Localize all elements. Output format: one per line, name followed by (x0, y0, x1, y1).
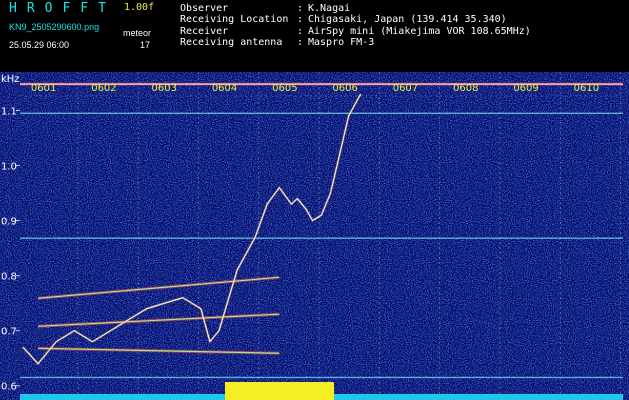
spectrogram: kHz 0.6 0.7 0.8 0.9 1.0 1.1 0601 0602 0603 0604 060… (0, 72, 629, 400)
level-bar-burst-spike (268, 382, 273, 400)
location-label: Receiving Location (180, 14, 289, 25)
receiver-value: AirSpy mini (Miakejima VOR 108.65MHz) (308, 26, 531, 37)
y-tick-label: 1.1 (1, 107, 17, 118)
level-bar-burst-spike (308, 382, 313, 400)
level-bar-burst-spike (228, 382, 233, 400)
antenna-separator: : (297, 37, 304, 48)
level-bar-burst-spike (250, 384, 255, 400)
level-bar-burst-spike (319, 386, 324, 400)
x-tick-label: 0605 (272, 83, 297, 94)
level-bar-burst-spike (272, 386, 277, 400)
x-tick-label: 0608 (453, 83, 478, 94)
level-bar-burst-spike (253, 382, 259, 400)
level-bar-burst-spike (311, 387, 316, 400)
level-bar-burst-spike (290, 383, 295, 400)
x-tick-label: 0602 (91, 83, 116, 94)
level-bar-burst-spike (315, 382, 320, 400)
receiver-label: Receiver (180, 26, 229, 37)
level-bar-burst-spike (329, 382, 335, 400)
level-bar-burst-spike (235, 382, 240, 400)
level-bar-burst-spike (239, 384, 244, 400)
level-bar-burst-spike (225, 387, 230, 400)
level-bar-burst-spike (282, 382, 288, 400)
detection-count: 17 (140, 40, 151, 50)
level-bar-burst-spike (322, 382, 327, 400)
y-tick-label: 0.9 (1, 217, 17, 228)
location-separator: : (297, 14, 304, 25)
level-bar-burst-spike (286, 384, 291, 400)
detection-label: meteor (123, 28, 152, 38)
file-name: KN9_2505290600.png (9, 22, 100, 32)
level-bar-burst-spike (246, 383, 251, 400)
receiver-separator: : (297, 26, 304, 37)
level-bar-burst-spike (297, 384, 302, 400)
observer-separator: : (297, 3, 304, 14)
level-bar-burst-spike (304, 385, 309, 400)
antenna-label: Receiving antenna (180, 37, 283, 48)
level-bar-burst-spike (275, 382, 280, 400)
x-tick-label: 0610 (574, 83, 599, 94)
level-bar-burst-spike (257, 385, 262, 400)
level-bar-burst-spike (261, 382, 266, 400)
app-name: HROFFT (9, 1, 116, 16)
x-tick-label: 0609 (513, 83, 538, 94)
level-bar-burst-spike (243, 383, 248, 400)
level-bar-burst-spike (264, 386, 269, 400)
y-axis-unit-label: kHz (1, 74, 20, 85)
y-tick-label: 1.0 (1, 162, 17, 173)
x-tick-label: 0603 (152, 83, 177, 94)
level-bar-burst-spike (300, 382, 306, 400)
level-bar-burst-spike (326, 384, 331, 400)
header-panel: HROFFT 1.00f KN9_2505290600.png 25.05.29… (0, 0, 629, 72)
app-version: 1.00f (124, 2, 155, 13)
observer-label: Observer (180, 3, 229, 14)
y-tick-label: 0.8 (1, 272, 17, 283)
observer-value: K.Nagai (308, 3, 351, 14)
location-value: Chigasaki, Japan (139.414 35.340) (308, 14, 507, 25)
y-tick-label: 0.7 (1, 327, 17, 338)
x-tick-label: 0607 (393, 83, 418, 94)
level-bar-burst-spike (232, 386, 237, 400)
x-tick-label: 0606 (332, 83, 357, 94)
antenna-value: Maspro FM-3 (308, 37, 375, 48)
date-time: 25.05.29 06:00 (9, 40, 70, 50)
x-tick-label: 0604 (212, 83, 237, 94)
y-tick-label: 0.6 (1, 382, 17, 393)
x-tick-label: 0601 (31, 83, 56, 94)
level-bar-burst-spike (293, 383, 298, 400)
level-bar-burst-spike (279, 385, 284, 400)
